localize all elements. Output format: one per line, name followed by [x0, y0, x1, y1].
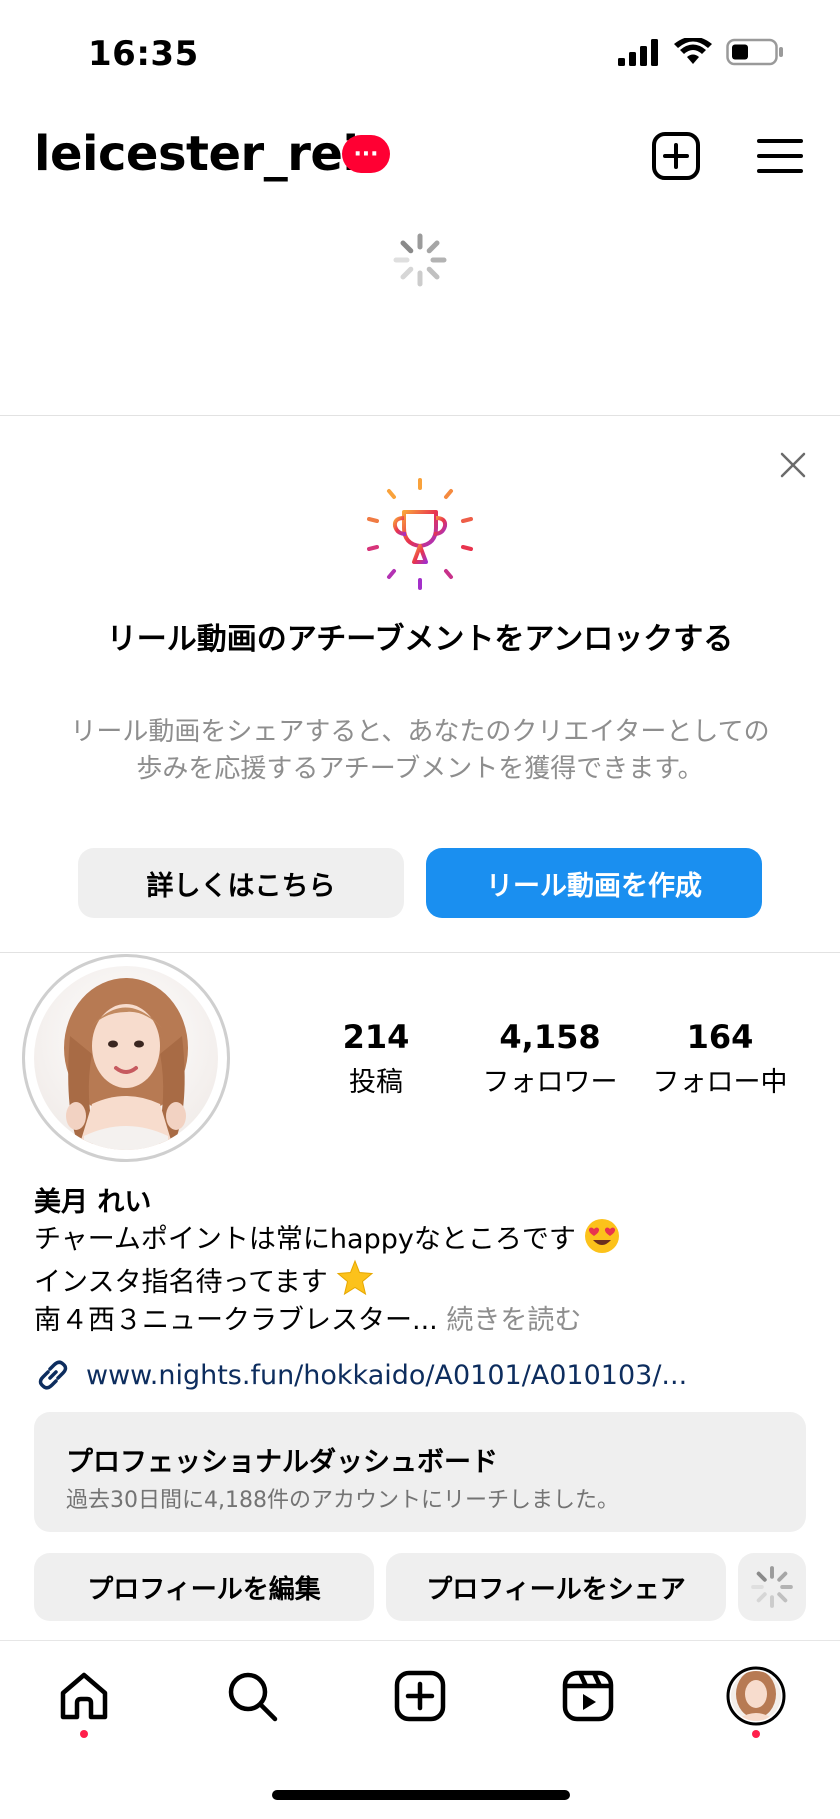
hamburger-menu-icon: [757, 139, 803, 173]
stat-posts-count: 214: [342, 1018, 410, 1056]
trophy-icon: [367, 478, 473, 590]
bio: チャームポイントは常にhappyなところです インスタ指名待ってます 南４西３ニ…: [34, 1218, 620, 1340]
profile-photo: [34, 966, 218, 1150]
create-post-button[interactable]: [648, 128, 704, 184]
dashboard-title: プロフェッショナルダッシュボード: [66, 1447, 498, 1478]
stat-following-label: フォロー中: [652, 1067, 788, 1098]
professional-dashboard[interactable]: プロフェッショナルダッシュボード 過去30日間に4,188件のアカウントにリーチ…: [34, 1412, 806, 1532]
profile-link-text: www.nights.fun/hokkaido/A0101/A010103/..…: [86, 1359, 688, 1391]
stat-following[interactable]: 164 フォロー中: [640, 1018, 800, 1099]
profile-username[interactable]: leicester_rei: [34, 126, 359, 182]
achievement-description: リール動画をシェアすると、あなたのクリエイターとしての歩みを応援するアチーブメン…: [70, 717, 770, 784]
bio-text: インスタ指名待ってます: [34, 1267, 328, 1298]
close-icon[interactable]: [776, 448, 810, 482]
notification-dot: [752, 1730, 760, 1738]
tab-reels[interactable]: [556, 1664, 620, 1728]
profile-link[interactable]: www.nights.fun/hokkaido/A0101/A010103/..…: [34, 1356, 687, 1394]
stat-followers[interactable]: 4,158 フォロワー: [470, 1018, 630, 1099]
star-emoji-icon: [337, 1259, 374, 1296]
tab-profile[interactable]: [724, 1664, 788, 1728]
suggestions-button[interactable]: [738, 1553, 806, 1621]
plus-square-icon: [652, 132, 700, 180]
home-indicator: [272, 1790, 570, 1800]
bio-text: 南４西３ニュークラブレスター...: [34, 1305, 438, 1336]
signal-icon: [618, 39, 658, 66]
tab-home[interactable]: [52, 1664, 116, 1728]
home-icon: [60, 1672, 108, 1720]
bio-line: 南４西３ニュークラブレスター... 続きを読む: [34, 1302, 620, 1340]
more-options-badge[interactable]: ···: [342, 135, 390, 173]
menu-button[interactable]: [752, 128, 808, 184]
stat-followers-label: フォロワー: [482, 1067, 618, 1098]
status-icons: [618, 38, 784, 66]
stat-posts-label: 投稿: [349, 1067, 403, 1098]
reels-icon: [562, 1670, 614, 1722]
search-icon: [228, 1672, 278, 1722]
create-icon: [394, 1670, 446, 1722]
bio-text: チャームポイントは常にhappyなところです: [34, 1224, 576, 1255]
achievement-title: リール動画のアチーブメントをアンロックする: [106, 622, 734, 657]
heart-eyes-emoji-icon: [585, 1219, 620, 1253]
wifi-icon: [674, 38, 712, 64]
tab-create[interactable]: [388, 1664, 452, 1728]
loading-spinner-icon: [393, 233, 447, 287]
learn-more-button[interactable]: 詳しくはこちら: [78, 848, 404, 918]
bio-line: インスタ指名待ってます: [34, 1259, 620, 1302]
create-reel-button[interactable]: リール動画を作成: [426, 848, 762, 918]
stat-followers-count: 4,158: [499, 1018, 601, 1056]
read-more-link[interactable]: 続きを読む: [446, 1305, 581, 1336]
bio-line: チャームポイントは常にhappyなところです: [34, 1218, 620, 1259]
section-divider: [0, 952, 840, 953]
loading-spinner-icon: [751, 1566, 793, 1608]
share-profile-button[interactable]: プロフィールをシェア: [386, 1553, 726, 1621]
status-time: 16:35: [88, 34, 199, 74]
tab-search[interactable]: [220, 1664, 284, 1728]
notification-dot: [80, 1730, 88, 1738]
dashboard-subtitle: 過去30日間に4,188件のアカウントにリーチしました。: [66, 1488, 619, 1513]
profile-avatar[interactable]: [22, 954, 230, 1162]
link-icon: [38, 1360, 68, 1390]
battery-icon: [726, 38, 783, 66]
section-divider: [0, 415, 840, 416]
stat-posts[interactable]: 214 投稿: [316, 1018, 436, 1099]
stat-following-count: 164: [686, 1018, 754, 1056]
edit-profile-button[interactable]: プロフィールを編集: [34, 1553, 374, 1621]
profile-avatar-icon: [726, 1666, 786, 1726]
display-name: 美月 れい: [34, 1187, 152, 1218]
